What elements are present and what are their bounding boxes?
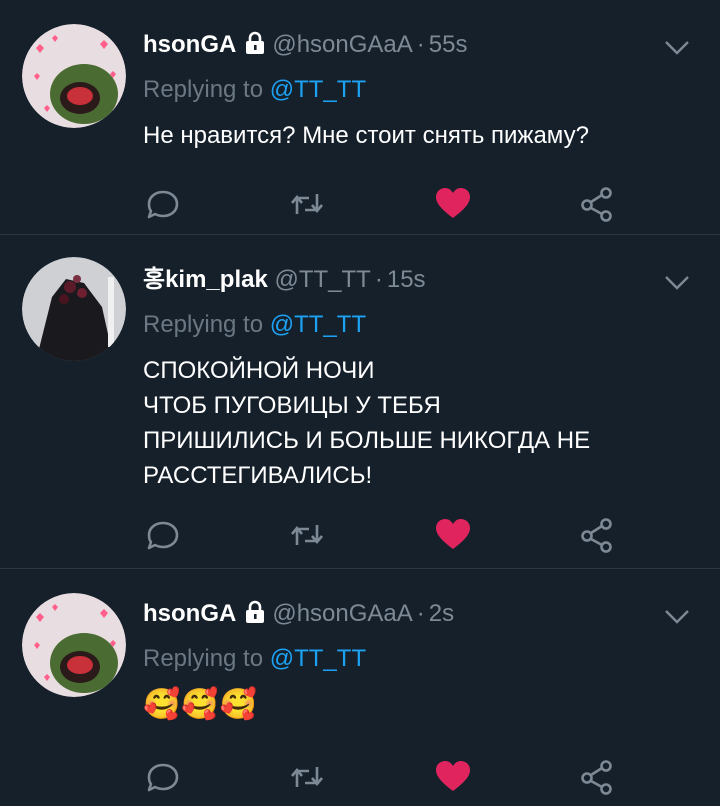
reply-button[interactable]	[143, 757, 183, 797]
mention-link[interactable]: @TT_TT	[270, 76, 366, 103]
speech-bubble-icon	[147, 190, 179, 219]
tweet-header: hsonGA @hsonGAaA · 2s	[143, 599, 660, 632]
separator-dot: ·	[416, 31, 425, 58]
retweet-button[interactable]	[287, 184, 327, 224]
chevron-down-icon[interactable]	[664, 275, 690, 291]
timestamp[interactable]: 15s	[387, 266, 426, 293]
user-handle[interactable]: @hsonGAaA	[272, 31, 412, 58]
share-button[interactable]	[577, 757, 617, 797]
tweet[interactable]: hsonGA @hsonGAaA · 2s Replying to @TT_TT 🥰🥰…	[0, 569, 720, 806]
tweet-text: 🥰🥰🥰	[143, 687, 690, 722]
tweet[interactable]: 홍kim_plak @TT_TT · 15s Replying to @TT_TT …	[0, 235, 720, 569]
replying-to-label: Replying to	[143, 311, 264, 338]
tweet-text-line: 🥰🥰🥰	[143, 688, 259, 721]
mention-link[interactable]: @TT_TT	[270, 645, 366, 672]
heart-icon	[436, 188, 470, 218]
avatar[interactable]	[22, 257, 126, 361]
reply-button[interactable]	[143, 515, 183, 555]
tweet-text-line: Не нравится? Мне стоит снять пижаму?	[143, 122, 589, 149]
user-handle[interactable]: @hsonGAaA	[272, 600, 412, 627]
chevron-down-icon[interactable]	[664, 40, 690, 56]
replying-to: Replying to @TT_TT	[143, 644, 366, 674]
lock-icon	[244, 600, 266, 632]
share-button[interactable]	[577, 184, 617, 224]
tweet-text: Не нравится? Мне стоит снять пижаму?	[143, 118, 690, 153]
tweet-text-line: ЧТОБ ПУГОВИЦЫ У ТЕБЯ	[143, 392, 441, 419]
like-button[interactable]	[433, 184, 473, 224]
avatar[interactable]	[22, 593, 126, 697]
heart-icon	[436, 519, 470, 549]
display-name[interactable]: hsonGA	[143, 31, 236, 58]
replying-to-label: Replying to	[143, 645, 264, 672]
display-name[interactable]: hsonGA	[143, 600, 236, 627]
replying-to: Replying to @TT_TT	[143, 310, 366, 340]
retweet-button[interactable]	[287, 757, 327, 797]
avatar[interactable]	[22, 24, 126, 128]
tweet-actions	[0, 757, 720, 797]
share-icon	[581, 518, 612, 553]
tweet-text-line: ПРИШИЛИСЬ И БОЛЬШЕ НИКОГДА НЕ	[143, 427, 591, 454]
tweet-actions	[0, 184, 720, 224]
speech-bubble-icon	[147, 763, 179, 792]
replying-to: Replying to @TT_TT	[143, 75, 366, 105]
retweet-icon	[291, 525, 323, 545]
tweet-header: 홍kim_plak @TT_TT · 15s	[143, 265, 660, 295]
speech-bubble-icon	[147, 521, 179, 550]
tweet[interactable]: hsonGA @hsonGAaA · 55s Replying to @TT_TT Н…	[0, 0, 720, 235]
timestamp[interactable]: 55s	[429, 31, 468, 58]
tweet-text: СПОКОЙНОЙ НОЧИ ЧТОБ ПУГОВИЦЫ У ТЕБЯ ПРИШ…	[143, 353, 690, 493]
like-button[interactable]	[433, 515, 473, 555]
mention-link[interactable]: @TT_TT	[270, 311, 366, 338]
retweet-icon	[291, 767, 323, 787]
retweet-button[interactable]	[287, 515, 327, 555]
share-icon	[581, 760, 612, 795]
share-icon	[581, 187, 612, 222]
tweet-actions	[0, 515, 720, 555]
tweet-text-line: СПОКОЙНОЙ НОЧИ	[143, 357, 375, 384]
like-button[interactable]	[433, 757, 473, 797]
separator-dot: ·	[416, 600, 425, 627]
separator-dot: ·	[374, 266, 383, 293]
retweet-icon	[291, 194, 323, 214]
display-name[interactable]: 홍kim_plak	[143, 266, 268, 293]
tweet-text-line: РАССТЕГИВАЛИСЬ!	[143, 462, 373, 489]
heart-icon	[436, 761, 470, 791]
timestamp[interactable]: 2s	[429, 600, 454, 627]
chevron-down-icon[interactable]	[664, 609, 690, 625]
tweet-header: hsonGA @hsonGAaA · 55s	[143, 30, 660, 63]
lock-icon	[244, 31, 266, 63]
user-handle[interactable]: @TT_TT	[274, 266, 370, 293]
share-button[interactable]	[577, 515, 617, 555]
reply-button[interactable]	[143, 184, 183, 224]
replying-to-label: Replying to	[143, 76, 264, 103]
